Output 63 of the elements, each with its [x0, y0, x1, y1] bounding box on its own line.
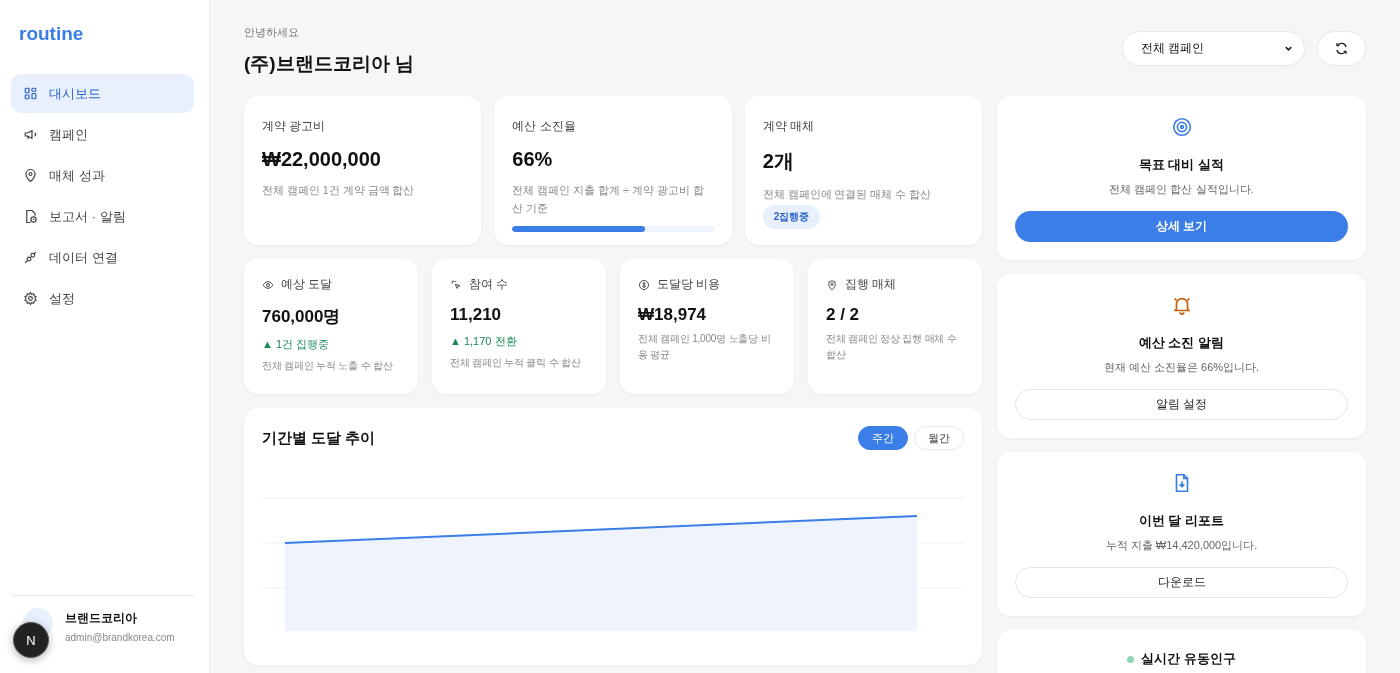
- card-value: 760,000명: [262, 306, 342, 328]
- card-title: 예산 소진 알림: [1138, 334, 1225, 352]
- trend-text: ▲ 1,170 전환: [450, 334, 518, 349]
- sidebar-item[interactable]: 보고서 · 알림: [11, 197, 194, 236]
- action-button[interactable]: 다운로드: [1015, 567, 1348, 598]
- card-label: 집행 매체: [845, 276, 897, 293]
- card-label: 예상 도달: [281, 276, 333, 293]
- card-label: 예산 소진율: [512, 118, 577, 135]
- card-value: 2개: [762, 149, 795, 174]
- plug-icon: [23, 250, 38, 265]
- greeting: 안녕하세요: [244, 25, 300, 40]
- trend-text: ▲ 1건 집행중: [262, 337, 331, 352]
- card-text: 전체 캠페인 합산 실적입니다.: [1109, 182, 1254, 197]
- user-name: 브랜드코리아: [65, 610, 138, 627]
- megaphone-icon: [23, 127, 38, 142]
- page-title: (주)브랜드코리아 님: [244, 52, 414, 76]
- sidebar-item[interactable]: 데이터 연결: [11, 238, 194, 277]
- document-clock-icon: [23, 209, 38, 224]
- user-email: admin@brandkorea.com: [65, 632, 175, 643]
- card-text: 현재 예산 소진율은 66%입니다.: [1103, 360, 1260, 375]
- grid-icon: [23, 86, 38, 101]
- card-title: 목표 대비 실적: [1138, 156, 1225, 174]
- card-title: 이번 달 리포트: [1138, 512, 1225, 530]
- gear-icon: [23, 291, 38, 306]
- card-label: 참여 수: [469, 276, 509, 293]
- sidebar-item[interactable]: 설정: [11, 279, 194, 318]
- card-value: ₩18,974: [638, 305, 708, 325]
- card-note: 전체 캠페인 지출 합계 ÷ 계약 광고비 합산 기준: [512, 183, 705, 217]
- card-note: 전체 캠페인 1건 계약 금액 합산: [262, 183, 416, 198]
- card-text: 누적 지출 ₩14,420,000입니다.: [1105, 538, 1258, 553]
- card-label: 계약 매체: [762, 118, 815, 135]
- period-tab[interactable]: 주간: [858, 426, 908, 450]
- card-value: 66%: [512, 148, 554, 171]
- action-button[interactable]: 상세 보기: [1015, 211, 1348, 242]
- logo[interactable]: routine: [19, 23, 194, 45]
- card-value: ₩22,000,000: [262, 148, 382, 171]
- sidebar-item[interactable]: 대시보드: [11, 74, 194, 113]
- card-label: 도달당 비용: [657, 276, 721, 293]
- card-note: 전체 캠페인에 연결된 매체 수 합산: [762, 187, 933, 202]
- dollar-coin-icon: [638, 278, 650, 291]
- refresh-button[interactable]: [1317, 31, 1366, 66]
- pin-icon: [826, 278, 838, 291]
- sparkle-cursor-icon: [450, 278, 462, 291]
- card-value: 2 / 2: [826, 305, 861, 325]
- refresh-icon: [1334, 41, 1349, 56]
- target-icon: [1170, 116, 1193, 138]
- pin-icon: [23, 168, 38, 183]
- chart-title: 기간별 도달 추이: [262, 428, 376, 448]
- status-badge: 2집행중: [762, 205, 821, 230]
- card-note: 전체 캠페인 누적 클릭 수 합산: [450, 356, 582, 370]
- card-value: 11,210: [450, 305, 503, 325]
- sidebar-item[interactable]: 캠페인: [11, 115, 194, 154]
- card-label: 계약 광고비: [262, 118, 327, 135]
- action-button[interactable]: 알림 설정: [1015, 389, 1348, 420]
- sidebar-item[interactable]: 매체 성과: [11, 156, 194, 195]
- dev-tools-badge[interactable]: N: [13, 622, 49, 658]
- period-tab[interactable]: 월간: [914, 426, 964, 450]
- eye-icon: [262, 278, 274, 291]
- card-note: 전체 캠페인 누적 노출 수 합산: [262, 359, 394, 373]
- card-note: 전체 캠페인 1,000명 노출당 비용 평균: [638, 332, 772, 362]
- card-note: 전체 캠페인 정상 집행 매체 수 합산: [826, 332, 958, 362]
- campaign-select[interactable]: 전체 캠페인: [1122, 31, 1305, 66]
- card-title: 실시간 유동인구: [1141, 650, 1236, 668]
